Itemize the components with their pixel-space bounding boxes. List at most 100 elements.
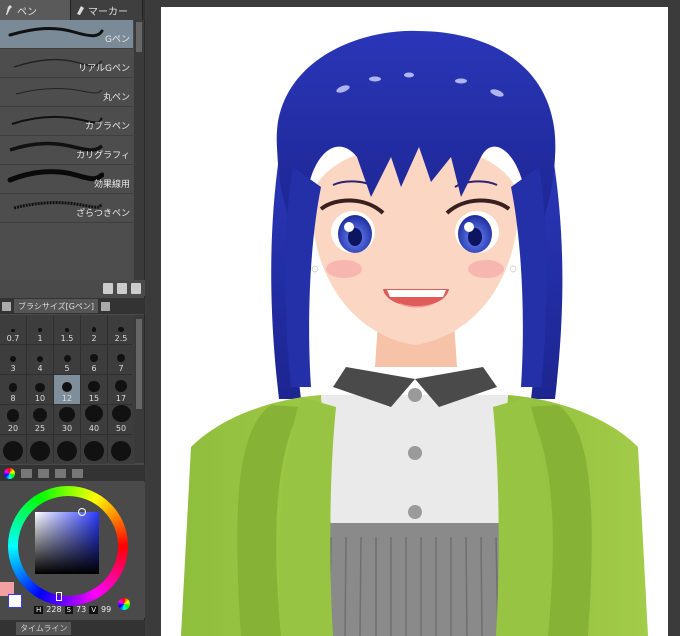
brush-size-option[interactable]: 1.5 [54,315,80,344]
color-mode-icon[interactable] [118,598,130,610]
brush-size-header: ブラシサイズ[Gペン] [0,298,145,314]
brush-item-maru-pen[interactable]: 丸ペン [0,78,133,107]
approx-color-tab-icon[interactable] [55,468,66,478]
brush-size-option[interactable]: 50 [108,405,134,434]
brush-item-effect-line[interactable]: 効果線用 [0,165,133,194]
brush-size-option[interactable]: 17 [108,375,134,404]
brush-size-option[interactable]: 6 [81,345,107,374]
timeline-tab[interactable]: タイムライン [0,620,145,636]
marker-icon [77,6,84,15]
saturation-value-square[interactable] [35,512,99,574]
tab-pen-label: ペン [17,6,37,18]
brush-item-kabura-pen[interactable]: カブラペン [0,107,133,136]
brush-size-label: 1.5 [60,334,74,343]
timeline-label: タイムライン [16,621,72,635]
brush-size-dot [8,383,18,392]
brush-size-dot [111,441,131,461]
sub-color-swatch[interactable] [8,594,22,608]
brush-size-option[interactable]: 4 [27,345,53,374]
brush-size-option[interactable] [54,435,80,464]
trash-icon[interactable] [131,282,141,294]
brush-size-option[interactable]: 15 [81,375,107,404]
brush-size-option[interactable] [27,435,53,464]
brightness-value: 99 [100,605,112,614]
tab-pen[interactable]: ペン [0,0,71,20]
panel-tab-icon[interactable] [101,301,111,311]
brush-size-dot [116,353,126,362]
brush-size-label: 5 [64,364,70,373]
brush-size-label: 15 [88,394,100,403]
canvas-paper[interactable] [161,7,668,636]
brush-size-option[interactable]: 1 [27,315,53,344]
brush-size-dot [118,326,124,332]
brush-size-option[interactable]: 2.5 [108,315,134,344]
brush-label: ざらつきペン [75,209,130,219]
brush-size-label: 4 [37,364,43,373]
brush-size-dot [61,381,73,392]
sub-tool-tabs: ペン マーカー [0,0,145,20]
brush-size-label: 8 [10,394,16,403]
brush-size-option[interactable]: 0.7 [0,315,26,344]
brush-size-option[interactable]: 7 [108,345,134,374]
brush-size-option[interactable]: 20 [0,405,26,434]
brush-item-g-pen[interactable]: Gペン [0,20,133,49]
brush-label: 効果線用 [93,180,130,190]
brush-list-toolbar [0,280,145,296]
brush-label: Gペン [105,35,130,45]
brush-size-dot [91,327,97,332]
brush-size-dot [10,356,16,362]
brush-size-label: 40 [88,424,100,433]
brush-size-label: 30 [61,424,73,433]
brush-size-option[interactable]: 3 [0,345,26,374]
brush-label: カブラペン [84,122,130,132]
brush-size-dot [85,405,103,422]
brush-size-dot [11,328,15,332]
brush-size-label: 3 [10,364,16,373]
left-panel: ペン マーカー Gペン リアルGペン 丸ペン カブラペン カリグラフィ 効果線用… [0,0,145,636]
pen-icon [6,5,12,15]
sv-marker[interactable] [78,508,86,516]
app-window: ペン マーカー Gペン リアルGペン 丸ペン カブラペン カリグラフィ 効果線用… [0,0,680,636]
color-history-tab-icon[interactable] [72,468,83,478]
color-wheel-tab-icon[interactable] [4,467,15,479]
brush-size-dot [84,441,104,461]
brush-stroke-preview [15,88,103,95]
brush-label: リアルGペン [78,64,130,74]
brush-size-label: 6 [91,364,97,373]
brush-size-option[interactable]: 30 [54,405,80,434]
brush-item-real-g-pen[interactable]: リアルGペン [0,49,133,78]
folder-icon[interactable] [103,282,113,294]
brush-list-scrollbar[interactable] [134,20,144,280]
brush-size-option[interactable] [0,435,26,464]
brush-size-scrollbar[interactable] [134,315,144,463]
canvas-area[interactable] [146,0,680,636]
brush-size-option[interactable] [81,435,107,464]
brush-size-dot [57,441,77,461]
saturation-value: 73 [76,605,87,614]
brush-size-option[interactable]: 12 [54,375,80,404]
brush-size-option[interactable]: 25 [27,405,53,434]
brush-size-option[interactable]: 10 [27,375,53,404]
brush-item-zaratsuki-pen[interactable]: ざらつきペン [0,194,133,223]
color-set-tab-icon[interactable] [21,468,32,478]
tab-marker[interactable]: マーカー [71,0,143,20]
brush-size-dot [35,382,45,392]
brush-size-dot [32,407,48,422]
brush-size-option[interactable]: 5 [54,345,80,374]
brush-size-label: 20 [7,424,19,433]
brush-size-label: 17 [115,394,127,403]
brush-size-option[interactable]: 2 [81,315,107,344]
brush-size-dot [6,409,20,422]
brush-size-option[interactable]: 40 [81,405,107,434]
brush-size-label: 2 [91,334,97,343]
hsv-readout: H 228 S 73 V 99 [34,605,112,614]
intermediate-color-tab-icon[interactable] [38,468,49,478]
brush-size-option[interactable]: 8 [0,375,26,404]
brush-size-dot [36,355,44,362]
hue-marker[interactable] [56,592,62,601]
new-brush-icon[interactable] [117,282,127,294]
panel-menu-icon[interactable] [2,301,11,311]
brush-item-calligraphy[interactable]: カリグラフィ [0,136,133,165]
brush-size-option[interactable] [108,435,134,464]
brush-size-tab[interactable]: ブラシサイズ[Gペン] [14,299,99,313]
